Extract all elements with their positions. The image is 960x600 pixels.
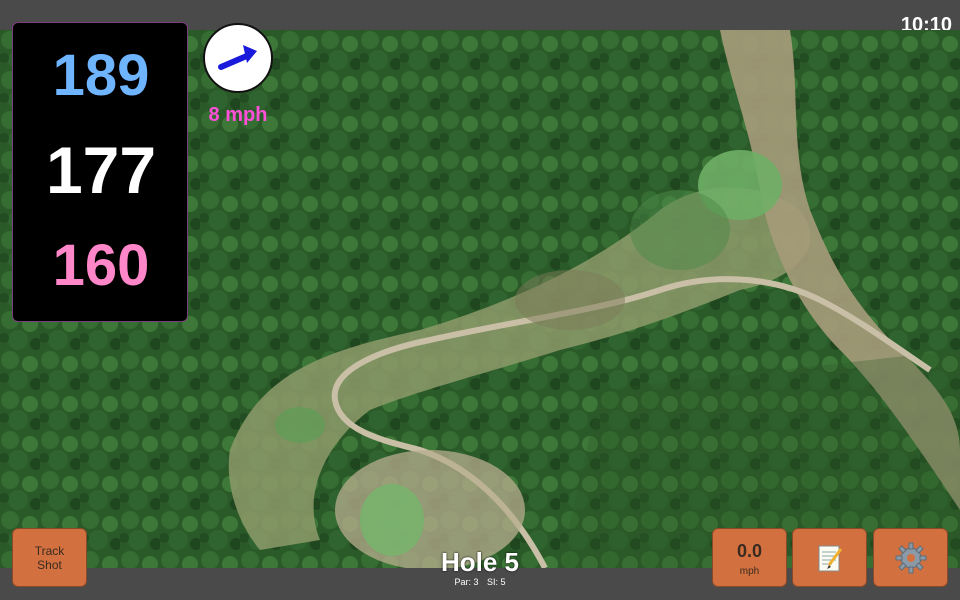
distance-panel: 189 177 160 <box>12 22 188 322</box>
back-distance: 189 <box>52 43 150 108</box>
wind-indicator <box>203 23 273 93</box>
notepad-icon <box>818 545 842 571</box>
gear-icon <box>895 542 926 573</box>
speed-button[interactable]: 0.0 mph <box>712 528 787 587</box>
hole-info: Par: 3 SI: 5 <box>380 577 580 587</box>
notes-button[interactable] <box>792 528 867 587</box>
track-shot-button[interactable]: Track Shot <box>12 528 87 587</box>
front-distance: 160 <box>52 233 150 298</box>
speed-value: 0.0 <box>736 541 763 561</box>
track-shot-label-line1: Track <box>34 543 65 558</box>
middle-distance: 177 <box>45 133 157 207</box>
settings-button[interactable] <box>873 528 948 587</box>
wind-speed: 8 mph <box>208 104 268 126</box>
track-shot-label-line2: Shot <box>37 557 62 572</box>
speed-unit: mph <box>739 566 760 577</box>
arrow-right-up-icon <box>218 45 257 70</box>
hole-si: SI: 5 <box>487 577 506 587</box>
hole-title: Hole 5 <box>440 547 520 577</box>
hole-par: Par: 3 <box>454 577 479 587</box>
